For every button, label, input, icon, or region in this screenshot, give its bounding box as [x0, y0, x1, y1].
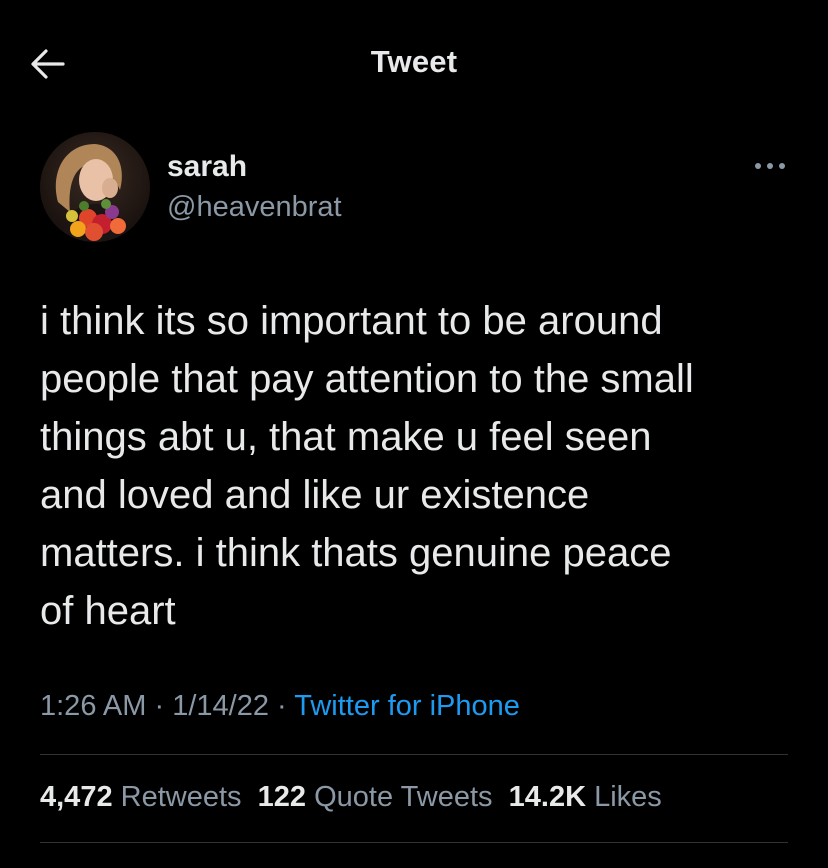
avatar-image	[40, 132, 150, 242]
quote-tweets-stat[interactable]: 122 Quote Tweets	[258, 781, 493, 813]
tweet-date[interactable]: 1/14/22	[172, 690, 269, 722]
quote-tweets-count: 122	[257, 781, 307, 813]
likes-stat[interactable]: 14.2K Likes	[509, 781, 662, 813]
tweet-stats: 4,472 Retweets 122 Quote Tweets 14.2K Li…	[40, 781, 662, 814]
likes-label: Likes	[594, 781, 662, 813]
tweet-source-link[interactable]: Twitter for iPhone	[294, 690, 520, 722]
divider	[40, 754, 788, 755]
avatar[interactable]	[40, 132, 150, 242]
ellipsis-icon	[755, 163, 785, 169]
tweet-text: i think its so important to be around pe…	[40, 299, 694, 633]
tweet-meta: 1:26 AM · 1/14/22 · Twitter for iPhone	[40, 690, 520, 723]
author-handle[interactable]: @heavenbrat	[167, 191, 342, 224]
likes-count: 14.2K	[508, 781, 587, 813]
quote-tweets-label: Quote Tweets	[314, 781, 493, 813]
tweet-time[interactable]: 1:26 AM	[40, 690, 146, 722]
divider	[40, 842, 788, 843]
retweets-count: 4,472	[40, 781, 113, 813]
retweets-label: Retweets	[120, 781, 242, 813]
retweets-stat[interactable]: 4,472 Retweets	[40, 781, 242, 813]
page-title: Tweet	[370, 44, 458, 79]
author-display-name[interactable]: sarah	[167, 150, 247, 184]
meta-separator: ·	[277, 690, 287, 722]
meta-separator: ·	[154, 690, 165, 722]
more-options-button[interactable]	[746, 150, 794, 182]
